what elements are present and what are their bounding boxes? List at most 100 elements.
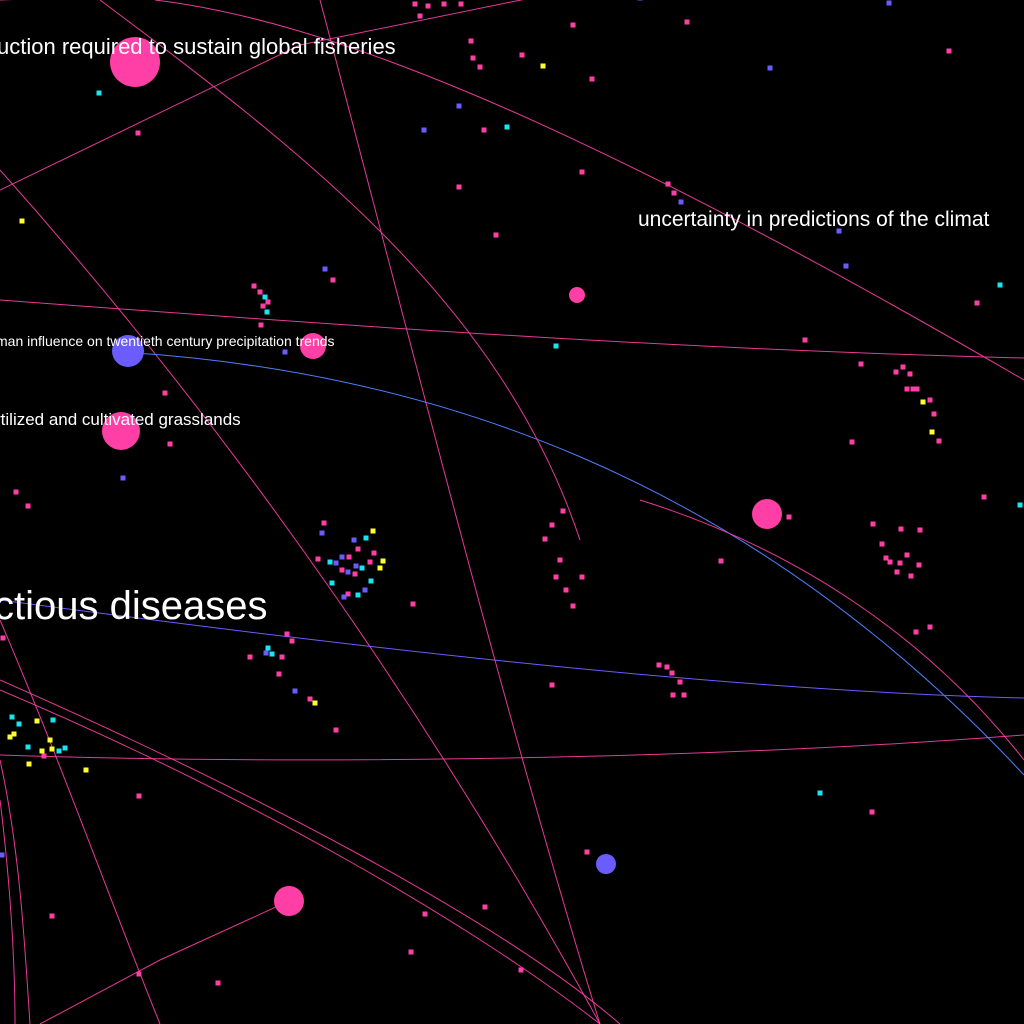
paper-node[interactable] [584, 849, 590, 855]
paper-node[interactable] [482, 904, 488, 910]
paper-node[interactable] [553, 343, 559, 349]
paper-node[interactable] [367, 559, 373, 565]
paper-node[interactable] [49, 746, 55, 752]
paper-node[interactable] [456, 184, 462, 190]
paper-node[interactable] [333, 727, 339, 733]
paper-node[interactable] [292, 688, 298, 694]
paper-node[interactable] [681, 692, 687, 698]
paper-node[interactable] [786, 514, 792, 520]
paper-node[interactable] [540, 63, 546, 69]
paper-node[interactable] [664, 664, 670, 670]
paper-node[interactable] [9, 714, 15, 720]
paper-node[interactable] [377, 565, 383, 571]
paper-node[interactable] [1017, 502, 1023, 508]
paper-node[interactable] [0, 635, 6, 641]
paper-node[interactable] [0, 852, 5, 858]
paper-node[interactable] [329, 580, 335, 586]
paper-node[interactable] [493, 232, 499, 238]
paper-node[interactable] [904, 552, 910, 558]
paper-node[interactable] [916, 562, 922, 568]
paper-node[interactable] [802, 337, 808, 343]
paper-node[interactable] [215, 980, 221, 986]
paper-node[interactable] [315, 556, 321, 562]
paper-node[interactable] [677, 679, 683, 685]
paper-node[interactable] [997, 282, 1003, 288]
small-node-layer[interactable] [0, 0, 1023, 986]
paper-node[interactable] [656, 662, 662, 668]
paper-node[interactable] [380, 558, 386, 564]
paper-node[interactable] [408, 949, 414, 955]
paper-node[interactable] [362, 587, 368, 593]
paper-node[interactable] [322, 266, 328, 272]
paper-node[interactable] [929, 429, 935, 435]
paper-node[interactable] [359, 565, 365, 571]
paper-node[interactable] [25, 503, 31, 509]
paper-node[interactable] [50, 717, 56, 723]
paper-node[interactable] [355, 592, 361, 598]
paper-node[interactable] [412, 1, 418, 7]
paper-node[interactable] [321, 520, 327, 526]
topic-label-climate[interactable]: uncertainty in predictions of the climat [638, 209, 989, 230]
paper-node[interactable] [917, 527, 923, 533]
paper-node[interactable] [669, 670, 675, 676]
paper-node[interactable] [251, 283, 257, 289]
paper-node[interactable] [570, 603, 576, 609]
paper-node[interactable] [468, 38, 474, 44]
paper-node[interactable] [893, 369, 899, 375]
paper-node[interactable] [371, 550, 377, 556]
paper-node[interactable] [339, 567, 345, 573]
paper-node[interactable] [670, 692, 676, 698]
paper-node[interactable] [936, 438, 942, 444]
topic-label-grasslands[interactable]: rtilized and cultivated grasslands [0, 411, 241, 428]
paper-node[interactable] [312, 700, 318, 706]
paper-node[interactable] [120, 475, 126, 481]
hub-node[interactable] [596, 854, 616, 874]
paper-node[interactable] [907, 371, 913, 377]
paper-node[interactable] [589, 76, 595, 82]
paper-node[interactable] [257, 289, 263, 295]
paper-node[interactable] [333, 560, 339, 566]
paper-node[interactable] [886, 0, 892, 6]
paper-node[interactable] [456, 103, 462, 109]
paper-node[interactable] [563, 587, 569, 593]
paper-node[interactable] [422, 911, 428, 917]
paper-node[interactable] [262, 294, 268, 300]
paper-node[interactable] [458, 1, 464, 7]
paper-node[interactable] [327, 559, 333, 565]
paper-node[interactable] [441, 1, 447, 7]
paper-node[interactable] [869, 809, 875, 815]
paper-node[interactable] [914, 386, 920, 392]
paper-node[interactable] [282, 349, 288, 355]
paper-node[interactable] [570, 22, 576, 28]
citation-map-canvas[interactable]: uction required to sustain global fisher… [0, 0, 1024, 1024]
paper-node[interactable] [247, 654, 253, 660]
paper-node[interactable] [579, 169, 585, 175]
paper-node[interactable] [265, 299, 271, 305]
paper-node[interactable] [279, 654, 285, 660]
paper-node[interactable] [767, 65, 773, 71]
paper-node[interactable] [504, 124, 510, 130]
paper-node[interactable] [368, 578, 374, 584]
paper-node[interactable] [927, 397, 933, 403]
paper-node[interactable] [136, 793, 142, 799]
paper-node[interactable] [96, 90, 102, 96]
paper-node[interactable] [920, 399, 926, 405]
paper-node[interactable] [307, 696, 313, 702]
paper-node[interactable] [678, 199, 684, 205]
paper-node[interactable] [167, 441, 173, 447]
paper-node[interactable] [904, 386, 910, 392]
paper-node[interactable] [870, 521, 876, 527]
paper-node[interactable] [894, 569, 900, 575]
paper-node[interactable] [136, 971, 142, 977]
paper-node[interactable] [13, 489, 19, 495]
paper-node[interactable] [41, 753, 47, 759]
paper-node[interactable] [34, 718, 40, 724]
paper-node[interactable] [265, 645, 271, 651]
paper-node[interactable] [284, 631, 290, 637]
network-graph[interactable] [0, 0, 1024, 1024]
hub-node[interactable] [569, 287, 585, 303]
paper-node[interactable] [519, 52, 525, 58]
topic-label-diseases[interactable]: ctious diseases [0, 586, 267, 626]
paper-node[interactable] [817, 790, 823, 796]
paper-node[interactable] [858, 361, 864, 367]
